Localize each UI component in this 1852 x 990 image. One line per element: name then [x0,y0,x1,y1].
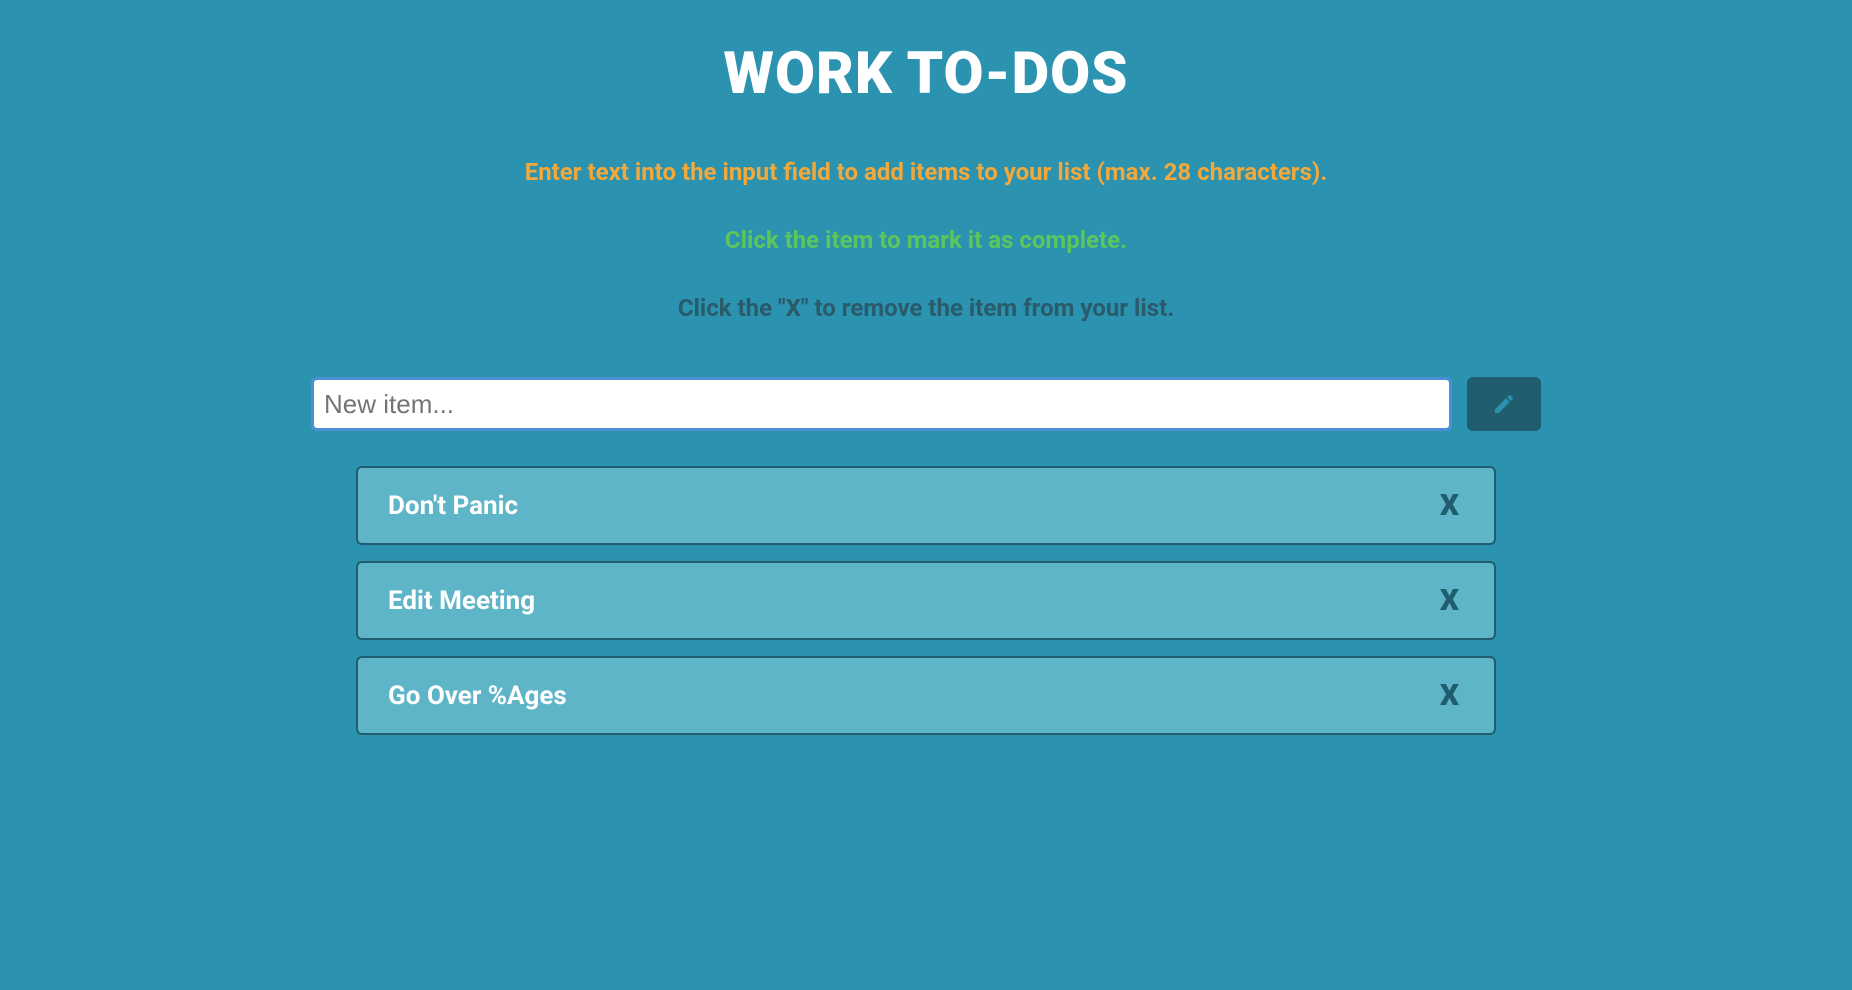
pencil-icon [1492,392,1516,416]
remove-button[interactable]: X [1435,583,1464,618]
instruction-complete: Click the item to mark it as complete. [306,226,1546,254]
new-item-input[interactable] [311,377,1452,431]
todo-text: Go Over %Ages [388,681,567,711]
todo-item[interactable]: Edit Meeting X [356,561,1496,640]
todo-item[interactable]: Don't Panic X [356,466,1496,545]
remove-button[interactable]: X [1435,488,1464,523]
instruction-remove: Click the "X" to remove the item from yo… [306,294,1546,322]
input-row [306,377,1546,431]
todo-text: Don't Panic [388,491,518,521]
remove-button[interactable]: X [1435,678,1464,713]
todo-item[interactable]: Go Over %Ages X [356,656,1496,735]
instruction-add: Enter text into the input field to add i… [306,158,1546,186]
todo-text: Edit Meeting [388,586,535,616]
add-button[interactable] [1467,377,1541,431]
todo-list: Don't Panic X Edit Meeting X Go Over %Ag… [306,466,1546,735]
page-title: WORK TO-DOS [306,40,1546,108]
